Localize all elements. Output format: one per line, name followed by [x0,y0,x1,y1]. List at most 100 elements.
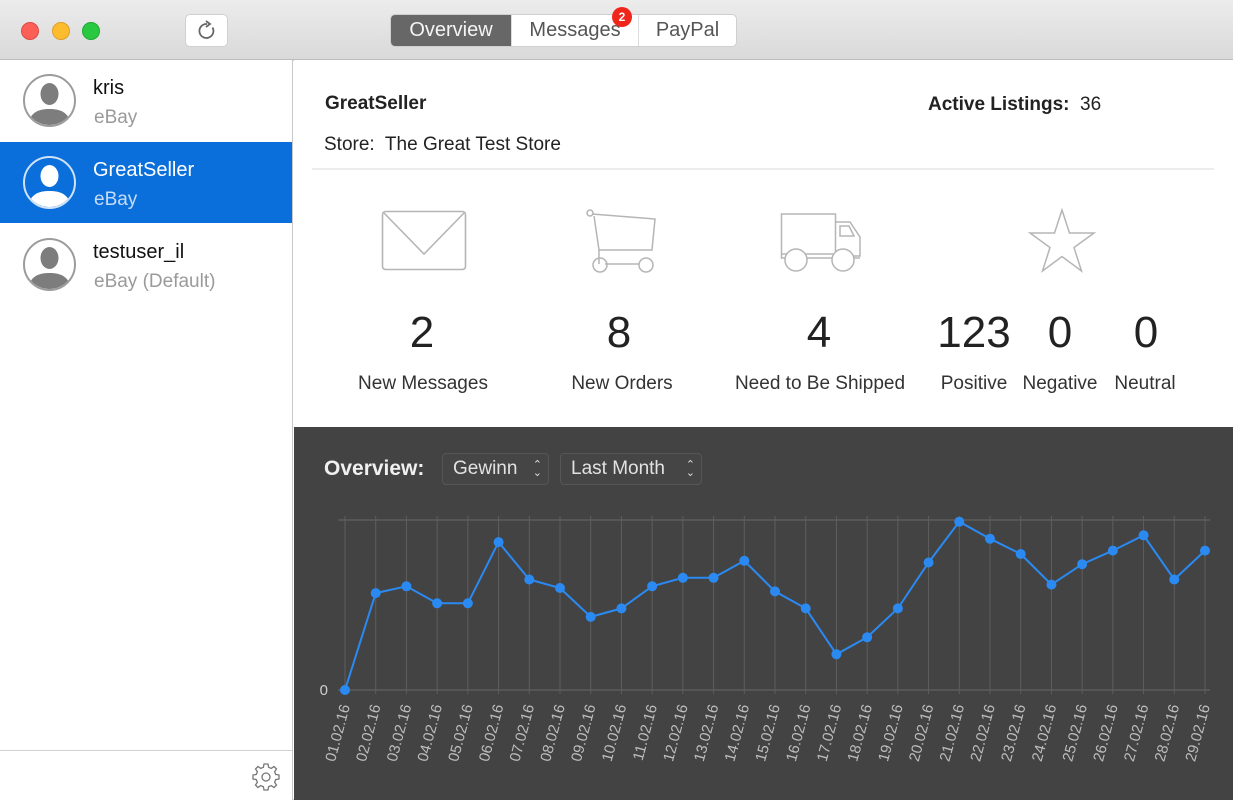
new-orders-label: New Orders [571,373,673,394]
x-tick-label: 07.02.16 [507,703,539,764]
data-point [401,581,412,592]
data-point [1200,545,1210,556]
data-point [1107,545,1118,556]
y-tick-label: 0 [320,682,328,699]
x-tick-label: 27.02.16 [1121,703,1153,764]
active-listings-label: Active Listings: [928,94,1070,115]
need-to-ship-count: 4 [806,308,832,357]
x-tick-label: 02.02.16 [353,703,385,764]
account-name: testuser_il [93,241,185,263]
x-tick-label: 13.02.16 [691,703,723,764]
new-orders-count: 8 [606,308,632,357]
seller-name: GreatSeller [325,93,427,114]
positive-feedback-count: 123 [937,308,1011,357]
gear-icon[interactable] [251,762,281,792]
account-platform: eBay (Default) [94,271,216,292]
cart-icon[interactable] [585,208,657,274]
user-silhouette-icon [28,165,71,207]
new-messages-label: New Messages [358,373,488,394]
close-window-button[interactable] [21,22,39,40]
x-axis-labels: 01.02.16 02.02.16 03.02.16 04.02.16 05.02.16… [322,703,1214,764]
x-tick-label: 25.02.16 [1059,703,1091,764]
envelope-icon[interactable] [381,210,467,272]
x-tick-label: 14.02.16 [722,703,754,764]
divider [312,168,1214,170]
data-point [800,603,811,614]
x-tick-label: 08.02.16 [537,703,569,764]
x-tick-label: 16.02.16 [783,703,815,764]
data-point [985,533,995,544]
active-listings: Active Listings: 36 [928,94,1101,116]
x-tick-label: 03.02.16 [384,703,416,764]
data-point [923,557,934,568]
need-to-ship-label: Need to Be Shipped [734,373,906,394]
reload-icon [198,19,214,39]
data-point [831,649,842,660]
data-point [493,537,504,548]
tab-overview[interactable]: Overview [391,15,512,46]
overview-chart-panel: Overview: Gewinn ⌃ ⌄ Last Month ⌃ ⌄ 01.02.… [294,427,1233,800]
neutral-feedback-label: Neutral [1114,373,1176,394]
data-point [862,632,873,643]
tab-paypal[interactable]: PayPal [639,15,736,46]
data-point [370,588,381,599]
title-bar: Overview Messages 2 PayPal [0,0,1233,800]
x-tick-label: 21.02.16 [937,703,969,764]
messages-badge: 2 [612,7,632,27]
data-point [340,685,350,695]
data-point [770,586,780,597]
x-tick-label: 23.02.16 [998,703,1030,764]
data-point [432,598,443,609]
tab-paypal-label: PayPal [655,19,720,41]
data-point [892,603,903,614]
data-point [555,583,565,593]
x-tick-label: 04.02.16 [414,703,446,764]
x-tick-label: 18.02.16 [844,703,876,764]
account-item-testuser-il[interactable]: testuser_il eBay (Default) [0,224,292,305]
user-silhouette-icon [28,247,71,289]
x-tick-label: 09.02.16 [568,703,600,764]
avatar [23,238,76,291]
data-point [524,574,535,585]
profit-line-chart: 01.02.16 02.02.16 03.02.16 04.02.16 05.02.16… [320,516,1214,764]
x-tick-label: 06.02.16 [476,703,508,764]
sidebar-footer [0,750,292,800]
data-point [1046,579,1057,590]
x-tick-label: 17.02.16 [814,703,846,764]
x-tick-label: 05.02.16 [445,703,477,764]
account-platform: eBay [94,189,138,210]
tab-messages[interactable]: Messages 2 [512,7,639,46]
minimize-window-button[interactable] [52,22,70,40]
data-point [1169,574,1180,585]
account-item-kris[interactable]: kris eBay [0,60,292,141]
negative-feedback-label: Negative [1022,373,1098,394]
view-tabs: Overview Messages 2 PayPal [390,7,737,47]
reload-button[interactable] [185,14,228,47]
x-tick-label: 01.02.16 [322,703,354,764]
negative-feedback-count: 0 [1047,308,1073,357]
account-item-greatseller[interactable]: GreatSeller eBay [0,142,292,223]
zoom-window-button[interactable] [82,22,100,40]
x-tick-label: 26.02.16 [1090,703,1122,764]
x-tick-label: 12.02.16 [660,703,692,764]
truck-icon[interactable] [780,212,864,274]
new-messages-count: 2 [409,308,435,357]
data-point [739,555,750,566]
data-point [462,598,473,609]
store-info: Store: The Great Test Store [324,134,561,156]
x-tick-label: 10.02.16 [599,703,631,764]
data-point [585,611,596,622]
y-axis-labels: 0 [320,682,328,699]
active-listings-value: 36 [1080,94,1102,115]
account-name: kris [93,77,125,99]
neutral-feedback-count: 0 [1133,308,1159,357]
x-tick-label: 22.02.16 [967,703,999,764]
data-point [677,572,688,583]
x-tick-label: 11.02.16 [630,703,661,763]
x-tick-label: 20.02.16 [906,703,938,764]
data-point [647,581,658,592]
star-icon[interactable] [1028,208,1096,274]
x-tick-label: 24.02.16 [1029,703,1061,764]
x-tick-label: 19.02.16 [875,703,907,764]
x-tick-label: 28.02.16 [1152,703,1184,764]
